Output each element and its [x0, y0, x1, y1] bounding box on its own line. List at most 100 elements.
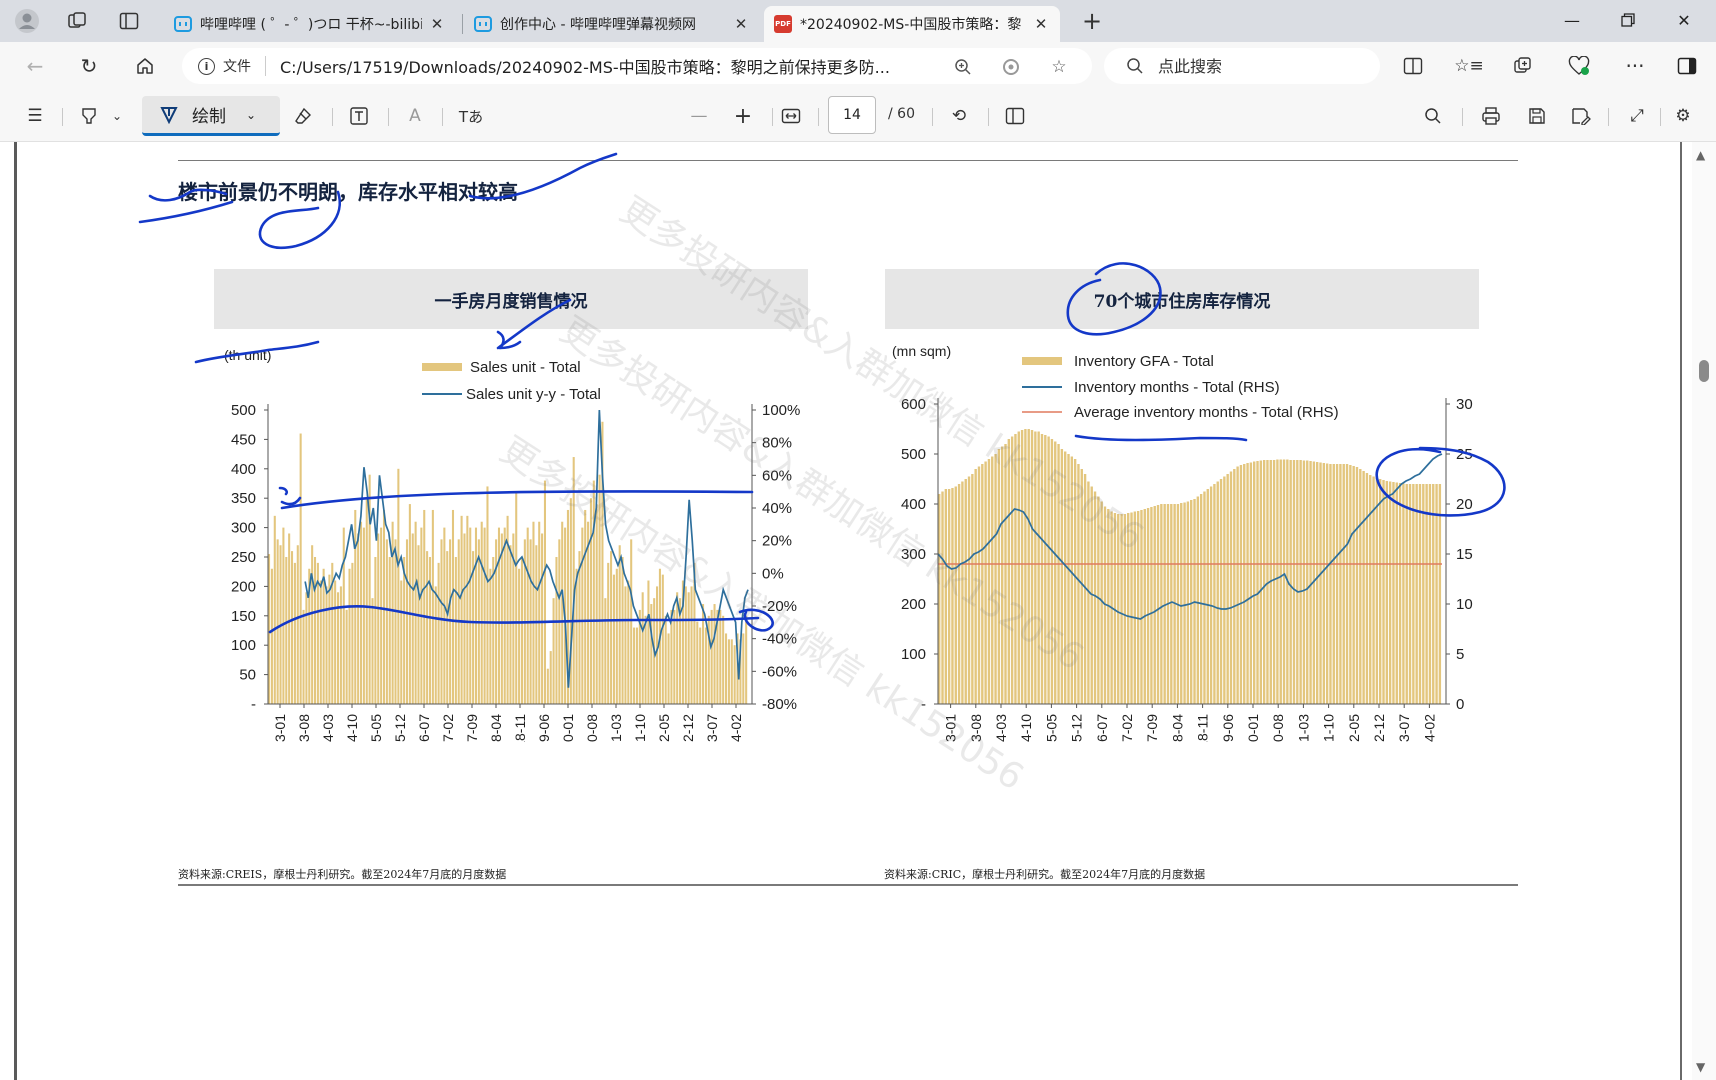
read-aloud-button[interactable]: A — [398, 100, 432, 132]
sales-unit-bar — [647, 580, 650, 704]
page-number-input[interactable] — [828, 96, 876, 134]
right-tick-label: 60% — [762, 467, 792, 484]
vertical-tabs-button[interactable] — [112, 6, 146, 36]
inventory-gfa-bar — [1296, 460, 1299, 704]
url-text[interactable]: C:/Users/17519/Downloads/20240902-MS-中国股… — [280, 54, 920, 78]
sales-unit-bar — [345, 609, 348, 704]
inventory-gfa-bar — [1050, 439, 1054, 704]
back-button[interactable]: ← — [18, 50, 52, 82]
highlight-button[interactable] — [72, 100, 106, 132]
page-rule-top — [178, 160, 1518, 161]
sales-unit-bar — [710, 609, 713, 704]
workspaces-button[interactable] — [60, 6, 94, 36]
x-tick-label: 2020-08 — [1270, 714, 1286, 742]
scroll-down-arrow-icon[interactable]: ▼ — [1696, 1060, 1705, 1074]
url-bar[interactable]: i 文件 C:/Users/17519/Downloads/20240902-M… — [182, 48, 1092, 84]
sales-unit-bar — [336, 592, 340, 704]
favorites-button[interactable]: ☆≡ — [1452, 50, 1486, 82]
zoom-in-button[interactable]: + — [726, 100, 760, 132]
page-view-button[interactable] — [998, 100, 1032, 132]
sidebar-toggle-button[interactable] — [1670, 50, 1704, 82]
scroll-up-arrow-icon[interactable]: ▲ — [1696, 148, 1705, 162]
inventory-gfa-bar — [1359, 469, 1362, 704]
refresh-button[interactable]: ↻ — [72, 50, 106, 82]
sales-unit-bar — [420, 527, 423, 704]
inventory-gfa-bar — [1047, 436, 1050, 704]
vertical-scrollbar[interactable]: ▲ ▼ — [1692, 142, 1716, 1080]
profile-avatar[interactable] — [10, 6, 44, 36]
eraser-button[interactable] — [286, 100, 320, 132]
zoom-indicator-icon[interactable] — [952, 56, 974, 78]
favorite-star-icon[interactable]: ☆ — [1048, 56, 1070, 78]
sales-unit-bar — [377, 533, 380, 704]
close-tab-icon[interactable]: ✕ — [1032, 15, 1050, 33]
highlight-options-dropdown[interactable]: ⌄ — [106, 100, 128, 132]
tab-bilibili-creator[interactable]: 创作中心 - 哔哩哔哩弹幕视频网 ✕ — [464, 6, 760, 42]
close-tab-icon[interactable]: ✕ — [428, 15, 446, 33]
add-text-button[interactable] — [342, 100, 376, 132]
scrollbar-thumb[interactable] — [1699, 360, 1709, 382]
minimize-button[interactable]: — — [1544, 0, 1600, 40]
split-screen-button[interactable] — [1396, 50, 1430, 82]
inventory-gfa-bar — [1206, 489, 1209, 704]
inventory-gfa-bar — [941, 491, 944, 704]
x-tick-label: 2013-08 — [296, 714, 312, 742]
draw-tool-button[interactable]: 绘制 ⌄ — [142, 96, 280, 136]
x-tick-label: 2013-01 — [272, 714, 288, 742]
sales-unit-bar — [357, 533, 360, 704]
right-tick-label: 80% — [762, 435, 792, 452]
heart-pulse-icon — [1568, 56, 1590, 75]
collections-button[interactable] — [1506, 50, 1540, 82]
inventory-gfa-bar — [1365, 473, 1369, 704]
save-button[interactable] — [1520, 100, 1554, 132]
search-input[interactable] — [1158, 56, 1358, 76]
inventory-gfa-bar — [991, 456, 994, 704]
tab-title: 创作中心 - 哔哩哔哩弹幕视频网 — [500, 17, 696, 33]
sales-unit-bar — [661, 574, 664, 704]
rotate-button[interactable]: ⟲ — [942, 100, 976, 132]
sales-unit-bar — [702, 604, 705, 704]
print-button[interactable] — [1474, 100, 1508, 132]
tab-bilibili-home[interactable]: 哔哩哔哩 ( ゜- ゜)つロ 干杯~-bilibili ✕ — [164, 6, 456, 42]
inventory-gfa-bar — [994, 454, 997, 704]
inventory-gfa-bar — [974, 469, 977, 704]
x-tick-label: 2018-04 — [1169, 714, 1185, 742]
inventory-gfa-bar — [1153, 506, 1156, 704]
sales-unit-bar — [403, 557, 406, 704]
site-info-button[interactable]: i 文件 — [198, 56, 251, 76]
sales-unit-bar — [322, 568, 325, 704]
sales-unit-bar — [371, 598, 374, 704]
table-of-contents-button[interactable]: ☰ — [18, 100, 52, 132]
browser-essentials-button[interactable] — [1562, 50, 1596, 82]
inventory-gfa-bar — [1388, 481, 1392, 704]
find-button[interactable] — [1416, 100, 1450, 132]
page-edge-right — [1680, 142, 1682, 1080]
inventory-gfa-bar — [1319, 462, 1322, 704]
settings-more-button[interactable]: ··· — [1618, 50, 1652, 82]
sales-unit-bar — [509, 545, 512, 704]
inventory-gfa-bar — [1369, 475, 1372, 704]
pdf-settings-button[interactable]: ⚙ — [1666, 100, 1700, 132]
sync-icon[interactable] — [1000, 56, 1022, 78]
close-window-button[interactable]: ✕ — [1656, 0, 1712, 40]
restore-button[interactable] — [1600, 0, 1656, 40]
inventory-gfa-bar — [1432, 484, 1435, 704]
sales-unit-bar — [354, 509, 357, 704]
fit-page-button[interactable] — [774, 100, 808, 132]
tab-pdf-active[interactable]: PDF *20240902-MS-中国股市策略：黎 ✕ — [764, 6, 1060, 42]
close-tab-icon[interactable]: ✕ — [732, 15, 750, 33]
x-tick-label: 2024-02 — [1421, 714, 1437, 742]
tab-actions-icon — [119, 12, 139, 30]
new-tab-button[interactable]: + — [1075, 6, 1109, 36]
inventory-gfa-bar — [1223, 476, 1226, 704]
sales-unit-bar — [273, 515, 276, 704]
home-button[interactable] — [128, 50, 162, 82]
search-bar[interactable] — [1104, 48, 1380, 84]
zoom-out-button[interactable]: — — [682, 100, 716, 132]
tab-strip: 哔哩哔哩 ( ゜- ゜)つロ 干杯~-bilibili ✕ 创作中心 - 哔哩哔… — [0, 0, 1716, 42]
immersive-reader-button[interactable]: Tあ — [452, 100, 490, 132]
expand-button[interactable]: ⤢ — [1620, 100, 1654, 132]
left-tick-label: 150 — [231, 608, 256, 625]
save-as-button[interactable] — [1564, 100, 1598, 132]
inventory-gfa-bar — [1057, 444, 1060, 704]
